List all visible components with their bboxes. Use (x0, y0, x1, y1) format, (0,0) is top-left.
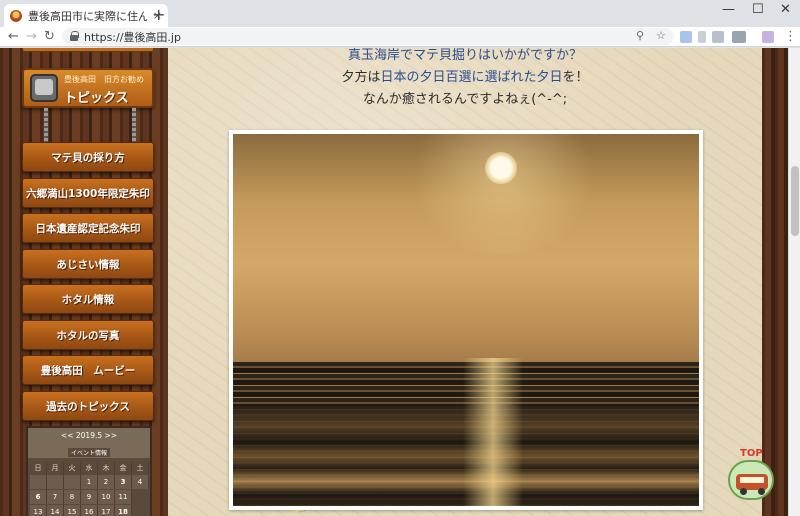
weekday-label: 水 (81, 462, 98, 474)
calendar-day[interactable]: 1 (81, 475, 98, 489)
topics-sign-title: トピックス (64, 91, 129, 106)
maximize-button[interactable]: ☐ (752, 2, 764, 17)
sidebar-item-hotaru-info[interactable]: ホタル情報 (22, 284, 154, 314)
chain-decoration (44, 108, 48, 144)
calendar-day[interactable]: 14 (47, 505, 64, 516)
sidebar-item-past-topics[interactable]: 過去のトピックス (22, 391, 154, 421)
page-viewport: 豊後高田 旧方お勧め トピックス マテ貝の採り方 六郷満山1300年限定朱印 日… (0, 48, 800, 516)
back-button[interactable]: ← (8, 27, 19, 46)
back-to-top-button[interactable]: TOP (726, 448, 776, 506)
new-tab-button[interactable]: + (152, 5, 165, 24)
calendar-day[interactable]: 2 (98, 475, 115, 489)
intro-line-2-pre: 夕方は (341, 70, 381, 85)
calendar-event-link[interactable]: イベント情報 (67, 448, 110, 457)
calendar-day[interactable]: 10 (98, 490, 115, 504)
sidebar-item-mategai[interactable]: マテ貝の採り方 (22, 142, 154, 172)
calendar-day[interactable]: 16 (81, 505, 98, 516)
sidebar-item-heritage-goshuin[interactable]: 日本遺産認定記念朱印 (22, 213, 154, 243)
calendar-day[interactable]: 13 (30, 505, 47, 516)
calendar-day[interactable]: 11 (115, 490, 132, 504)
forward-button[interactable]: → (26, 27, 37, 46)
calendar-day[interactable]: 15 (64, 505, 81, 516)
sidebar-item-label: 日本遺産認定記念朱印 (35, 222, 141, 235)
weekday-label: 金 (115, 462, 132, 474)
lock-icon (70, 31, 79, 41)
bus-icon (728, 460, 774, 500)
reload-button[interactable]: ↻ (44, 27, 55, 46)
sidebar-item-label: 六郷満山1300年限定朱印 (26, 187, 150, 200)
calendar-day[interactable]: 18 (115, 505, 132, 516)
calendar-grid: 日 月 火 水 木 金 土 1 2 3 4 5 6 7 8 (30, 462, 314, 516)
url-text[interactable]: https://豊後高田.jp (84, 29, 181, 45)
sidebar-item-movie[interactable]: 豊後高田 ムービー (22, 355, 154, 385)
top-label: TOP (740, 448, 763, 459)
tab-title: 豊後高田市に実際に住んでみた (28, 9, 147, 23)
scroll-thumb[interactable] (791, 166, 799, 236)
sidebar-item-label: 過去のトピックス (46, 400, 130, 413)
sidebar-item-label: マテ貝の採り方 (51, 151, 125, 164)
close-window-button[interactable]: ✕ (780, 2, 791, 17)
topics-sign-subtitle: 豊後高田 旧方お勧め (64, 75, 144, 84)
zoom-icon[interactable]: ⚲ (636, 29, 644, 42)
profile-avatar[interactable] (762, 31, 774, 43)
extension-icon[interactable] (680, 31, 692, 43)
intro-line-1[interactable]: 真玉海岸でマテ貝掘りはいかがですか？ (168, 48, 762, 63)
sidebar-item-rokugo-goshuin[interactable]: 六郷満山1300年限定朱印 (22, 178, 154, 208)
right-wood-border (762, 48, 788, 516)
chain-decoration (132, 108, 136, 144)
extension-icon[interactable] (698, 31, 706, 43)
sidebar-item-label: ホタルの写真 (56, 329, 120, 342)
favicon-icon (10, 9, 22, 22)
calendar-day (30, 475, 47, 489)
sidebar-item-ajisai[interactable]: あじさい情報 (22, 249, 154, 279)
calendar-day (64, 475, 81, 489)
calendar-day[interactable]: 8 (64, 490, 81, 504)
intro-line-2: 夕方は日本の夕日百選に選ばれた夕日を！ (168, 66, 762, 85)
intro-line-2-post: を！ (562, 70, 589, 85)
extension-icon[interactable] (732, 31, 746, 43)
minimize-button[interactable]: — (722, 2, 735, 17)
weekday-label: 月 (47, 462, 64, 474)
calendar-day[interactable]: 4 (132, 475, 149, 489)
star-icon[interactable]: ☆ (656, 29, 666, 42)
weekday-label: 土 (132, 462, 149, 474)
scrollbar[interactable] (788, 48, 800, 516)
sidebar-item-label: 豊後高田 ムービー (40, 364, 136, 377)
sunset-photo-image (233, 134, 699, 506)
weekday-label: 火 (64, 462, 81, 474)
sidebar-item-hotaru-photos[interactable]: ホタルの写真 (22, 320, 154, 350)
address-bar: ← → ↻ https://豊後高田.jp ⚲ ☆ ⋮ (0, 27, 800, 47)
bus-wheel (740, 488, 747, 495)
sidebar-item-label: ホタル情報 (61, 293, 115, 306)
extension-icon[interactable] (712, 31, 724, 43)
browser-tab[interactable]: 豊後高田市に実際に住んでみた × (4, 4, 168, 27)
sidebar-item-label: あじさい情報 (56, 258, 120, 271)
tab-bar: 豊後高田市に実際に住んでみた × + — ☐ ✕ (0, 0, 800, 27)
calendar-day[interactable]: 17 (98, 505, 115, 516)
sun (485, 152, 517, 184)
calendar-day (47, 475, 64, 489)
intro-line-3: なんか癒されるんですよねぇ(^-^; (362, 92, 568, 107)
topics-sign[interactable]: 豊後高田 旧方お勧め トピックス (22, 68, 154, 108)
weekday-label: 日 (30, 462, 47, 474)
calendar-day[interactable]: 6 (30, 490, 47, 504)
sunset-100-link[interactable]: 日本の夕日百選に選ばれた夕日 (380, 70, 562, 85)
calendar-header: << 2019.5 >> イベント情報 (28, 428, 150, 458)
tv-icon (30, 74, 58, 102)
calendar-day[interactable]: 7 (47, 490, 64, 504)
calendar-day[interactable]: 3 (115, 475, 132, 489)
bus-wheel (758, 488, 765, 495)
menu-icon[interactable]: ⋮ (784, 27, 797, 46)
weekday-label: 木 (98, 462, 115, 474)
sunset-photo (229, 130, 703, 510)
sidebar-top-plank (22, 48, 154, 52)
calendar-day[interactable]: 9 (81, 490, 98, 504)
sun-reflection (463, 358, 523, 506)
event-calendar: << 2019.5 >> イベント情報 日 月 火 水 木 金 土 1 2 3 … (26, 426, 314, 516)
calendar-month-nav[interactable]: << 2019.5 >> (28, 431, 150, 440)
omnibox[interactable]: https://豊後高田.jp ⚲ ☆ (62, 28, 674, 45)
